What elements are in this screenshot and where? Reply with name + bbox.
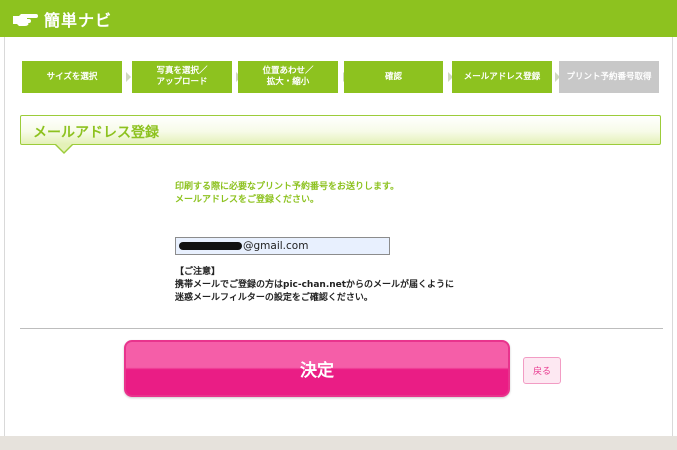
step-navigation: サイズを選択 写真を選択／ アップロード 位置あわせ／ 拡大・縮小 確認 メール… <box>22 61 662 93</box>
step-position: 位置あわせ／ 拡大・縮小 <box>238 61 338 93</box>
step-label: メールアドレス登録 <box>463 71 541 82</box>
step-select-size: サイズを選択 <box>22 61 122 93</box>
step-label: プリント予約番号取得 <box>566 71 652 82</box>
step-label: 写真を選択／ アップロード <box>156 66 208 87</box>
notice-heading: 【ご注意】 <box>175 267 221 277</box>
step-label: サイズを選択 <box>46 71 98 82</box>
panel-border-right <box>672 37 673 437</box>
step-get-reservation-number: プリント予約番号取得 <box>559 61 659 93</box>
back-label: 戻る <box>532 367 551 377</box>
notice-line-1: 携帯メールでご登録の方はpic-chan.netからのメールが届くように <box>175 280 455 290</box>
header-bar: 簡単ナビ <box>0 0 677 37</box>
divider <box>20 328 663 329</box>
back-button[interactable]: 戻る <box>523 357 561 384</box>
step-arrow-icon <box>126 72 131 82</box>
step-email-registration: メールアドレス登録 <box>452 61 552 93</box>
submit-label: 決定 <box>300 361 334 381</box>
email-field[interactable]: @gmail.com <box>175 237 390 255</box>
section-title: メールアドレス登録 <box>33 125 159 141</box>
step-confirm: 確認 <box>344 61 443 93</box>
section-header: メールアドレス登録 <box>20 115 661 154</box>
redacted-email-user <box>179 242 242 250</box>
panel-border-left <box>4 37 5 437</box>
email-domain: @gmail.com <box>243 240 309 252</box>
submit-button[interactable]: 決定 <box>124 340 510 397</box>
speech-notch-fill <box>56 144 72 152</box>
step-label: 位置あわせ／ 拡大・縮小 <box>262 66 314 87</box>
notice-line-2: 迷惑メールフィルターの設定をご確認ください。 <box>175 293 373 303</box>
intro-line-2: メールアドレスをご登録ください。 <box>175 195 320 205</box>
step-label: 確認 <box>384 71 402 82</box>
intro-line-1: 印刷する際に必要なプリント予約番号をお送りします。 <box>175 182 400 192</box>
footer-band <box>0 436 677 450</box>
step-select-photo: 写真を選択／ アップロード <box>132 61 232 93</box>
page-title: 簡単ナビ <box>44 11 113 30</box>
notice-text: 【ご注意】 携帯メールでご登録の方はpic-chan.netからのメールが届くよ… <box>175 266 454 305</box>
intro-text: 印刷する際に必要なプリント予約番号をお送りします。 メールアドレスをご登録くださ… <box>175 181 399 207</box>
pointing-hand-icon <box>13 14 38 26</box>
